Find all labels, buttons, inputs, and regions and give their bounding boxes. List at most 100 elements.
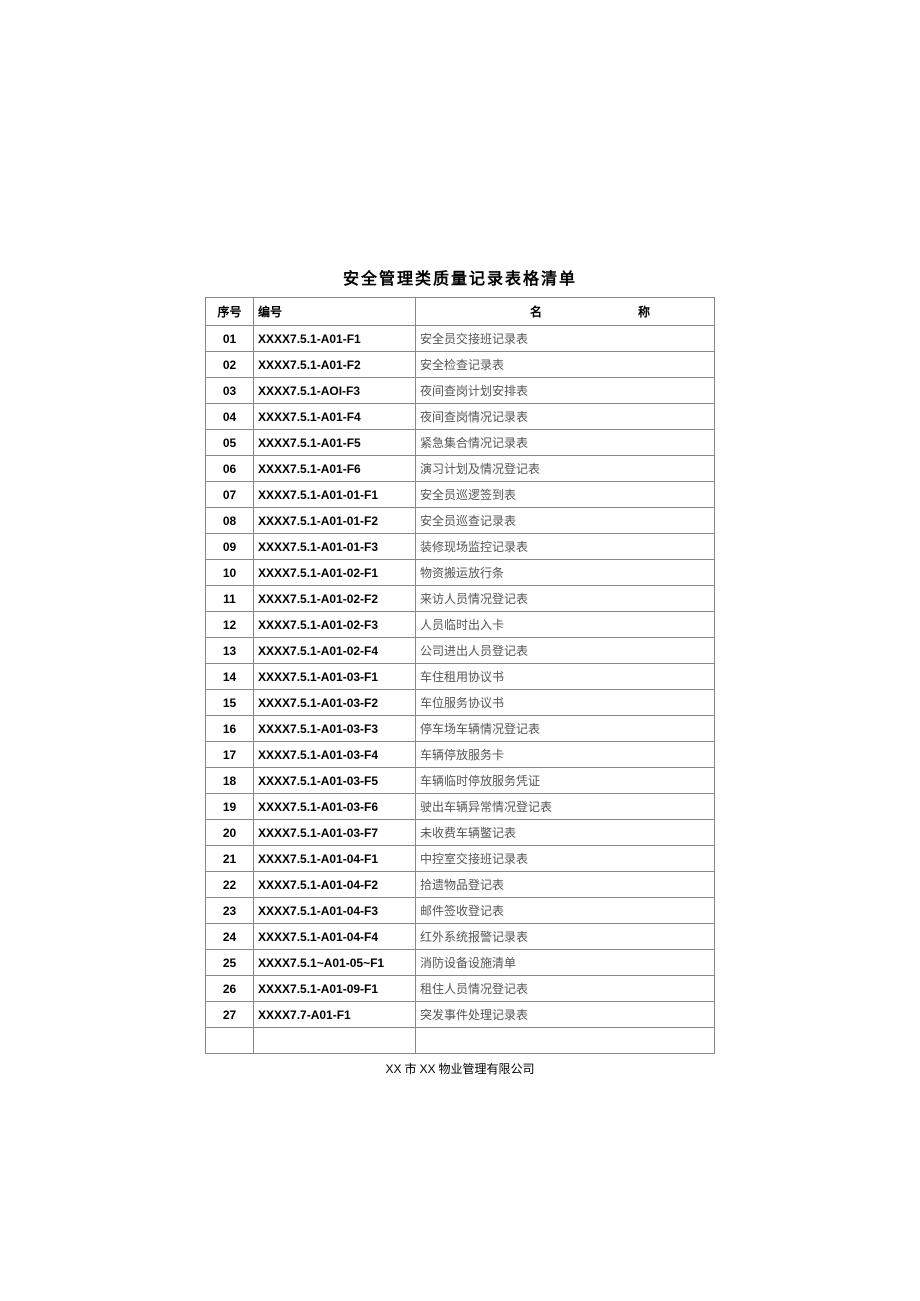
cell-name: 来访人员情况登记表: [416, 586, 715, 612]
table-row: 20XXXX7.5.1-A01-03-F7未收费车辆鳖记表: [206, 820, 715, 846]
cell-code: XXXX7.5.1-A01-04-F2: [254, 872, 416, 898]
table-row: 25XXXX7.5.1~A01-05~F1消防设备设施清单: [206, 950, 715, 976]
cell-name: 物资搬运放行条: [416, 560, 715, 586]
records-table: 序号 编号 名 称 01XXXX7.5.1-A01-F1安全员交接班记录表02X…: [205, 297, 715, 1054]
cell-code: XXXX7.5.1-A01-F5: [254, 430, 416, 456]
table-row: 23XXXX7.5.1-A01-04-F3邮件签收登记表: [206, 898, 715, 924]
header-name: 名 称: [416, 298, 715, 326]
cell-code: XXXX7.5.1-A01-02-F2: [254, 586, 416, 612]
cell-seq: 25: [206, 950, 254, 976]
cell-seq: 14: [206, 664, 254, 690]
cell-empty: [206, 1028, 254, 1054]
cell-seq: 08: [206, 508, 254, 534]
cell-name: 安全检查记录表: [416, 352, 715, 378]
footer-xx1: XX: [385, 1062, 401, 1076]
cell-code: XXXX7.5.1-A01-04-F1: [254, 846, 416, 872]
cell-code: XXXX7.5.1-A01-01-F2: [254, 508, 416, 534]
cell-code: XXXX7.5.1-AOI-F3: [254, 378, 416, 404]
cell-code: XXXX7.5.1-A01-03-F6: [254, 794, 416, 820]
cell-code: XXXX7.5.1-A01-03-F1: [254, 664, 416, 690]
cell-name: 消防设备设施清单: [416, 950, 715, 976]
table-row: 21XXXX7.5.1-A01-04-F1中控室交接班记录表: [206, 846, 715, 872]
cell-code: XXXX7.5.1-A01-01-F1: [254, 482, 416, 508]
table-row: 07XXXX7.5.1-A01-01-F1安全员巡逻签到表: [206, 482, 715, 508]
table-row: 27XXXX7.7-A01-F1突发事件处理记录表: [206, 1002, 715, 1028]
header-seq: 序号: [206, 298, 254, 326]
cell-name: 红外系统报警记录表: [416, 924, 715, 950]
cell-name: 驶出车辆异常情况登记表: [416, 794, 715, 820]
cell-name: 租住人员情况登记表: [416, 976, 715, 1002]
cell-name: 公司进出人员登记表: [416, 638, 715, 664]
cell-name: 突发事件处理记录表: [416, 1002, 715, 1028]
table-row: 19XXXX7.5.1-A01-03-F6驶出车辆异常情况登记表: [206, 794, 715, 820]
cell-code: XXXX7.5.1-A01-09-F1: [254, 976, 416, 1002]
table-row: 16XXXX7.5.1-A01-03-F3停车场车辆情况登记表: [206, 716, 715, 742]
cell-code: XXXX7.5.1-A01-F1: [254, 326, 416, 352]
cell-name: 车辆停放服务卡: [416, 742, 715, 768]
cell-name: 车住租用协议书: [416, 664, 715, 690]
cell-code: XXXX7.5.1-A01-02-F3: [254, 612, 416, 638]
cell-code: XXXX7.7-A01-F1: [254, 1002, 416, 1028]
cell-empty: [254, 1028, 416, 1054]
cell-seq: 04: [206, 404, 254, 430]
header-name-right: 称: [638, 303, 650, 320]
table-row: 08XXXX7.5.1-A01-01-F2安全员巡查记录表: [206, 508, 715, 534]
cell-name: 中控室交接班记录表: [416, 846, 715, 872]
table-row: 12XXXX7.5.1-A01-02-F3人员临时出入卡: [206, 612, 715, 638]
cell-name: 安全员交接班记录表: [416, 326, 715, 352]
cell-name: 人员临时出入卡: [416, 612, 715, 638]
cell-seq: 06: [206, 456, 254, 482]
cell-code: XXXX7.5.1-A01-03-F4: [254, 742, 416, 768]
cell-seq: 27: [206, 1002, 254, 1028]
cell-seq: 22: [206, 872, 254, 898]
cell-code: XXXX7.5.1-A01-04-F4: [254, 924, 416, 950]
footer-mid1: 市: [401, 1062, 419, 1076]
cell-name: 停车场车辆情况登记表: [416, 716, 715, 742]
cell-name: 安全员巡逻签到表: [416, 482, 715, 508]
table-row: 09XXXX7.5.1-A01-01-F3装修现场监控记录表: [206, 534, 715, 560]
cell-seq: 18: [206, 768, 254, 794]
footer-mid2: 物业管理有限公司: [436, 1062, 535, 1076]
cell-name: 装修现场监控记录表: [416, 534, 715, 560]
table-header-row: 序号 编号 名 称: [206, 298, 715, 326]
cell-seq: 23: [206, 898, 254, 924]
cell-seq: 21: [206, 846, 254, 872]
cell-seq: 09: [206, 534, 254, 560]
table-row: 22XXXX7.5.1-A01-04-F2拾遗物品登记表: [206, 872, 715, 898]
table-row: 26XXXX7.5.1-A01-09-F1租住人员情况登记表: [206, 976, 715, 1002]
cell-code: XXXX7.5.1-A01-04-F3: [254, 898, 416, 924]
footer-xx2: XX: [420, 1062, 436, 1076]
table-row: 06XXXX7.5.1-A01-F6演习计划及情况登记表: [206, 456, 715, 482]
header-name-left: 名: [530, 303, 542, 320]
footer-text: XX 市 XX 物业管理有限公司: [385, 1060, 534, 1077]
cell-name: 夜间查岗情况记录表: [416, 404, 715, 430]
cell-code: XXXX7.5.1-A01-02-F1: [254, 560, 416, 586]
cell-seq: 13: [206, 638, 254, 664]
cell-seq: 26: [206, 976, 254, 1002]
table-row: 18XXXX7.5.1-A01-03-F5车辆临时停放服务凭证: [206, 768, 715, 794]
cell-seq: 02: [206, 352, 254, 378]
table-row: 11XXXX7.5.1-A01-02-F2来访人员情况登记表: [206, 586, 715, 612]
document-title: 安全管理类质量记录表格清单: [343, 265, 577, 289]
cell-name: 车位服务协议书: [416, 690, 715, 716]
table-row: 17XXXX7.5.1-A01-03-F4车辆停放服务卡: [206, 742, 715, 768]
table-row: 15XXXX7.5.1-A01-03-F2车位服务协议书: [206, 690, 715, 716]
table-row: 01XXXX7.5.1-A01-F1安全员交接班记录表: [206, 326, 715, 352]
cell-seq: 19: [206, 794, 254, 820]
cell-code: XXXX7.5.1-A01-02-F4: [254, 638, 416, 664]
table-row: 04XXXX7.5.1-A01-F4夜间查岗情况记录表: [206, 404, 715, 430]
cell-seq: 11: [206, 586, 254, 612]
table-row: 24XXXX7.5.1-A01-04-F4红外系统报警记录表: [206, 924, 715, 950]
cell-seq: 03: [206, 378, 254, 404]
cell-empty: [416, 1028, 715, 1054]
header-code: 编号: [254, 298, 416, 326]
table-row: 05XXXX7.5.1-A01-F5紧急集合情况记录表: [206, 430, 715, 456]
table-row: 14XXXX7.5.1-A01-03-F1车住租用协议书: [206, 664, 715, 690]
cell-seq: 24: [206, 924, 254, 950]
cell-seq: 05: [206, 430, 254, 456]
cell-seq: 07: [206, 482, 254, 508]
cell-code: XXXX7.5.1~A01-05~F1: [254, 950, 416, 976]
cell-name: 拾遗物品登记表: [416, 872, 715, 898]
table-row: 10XXXX7.5.1-A01-02-F1物资搬运放行条: [206, 560, 715, 586]
cell-name: 未收费车辆鳖记表: [416, 820, 715, 846]
